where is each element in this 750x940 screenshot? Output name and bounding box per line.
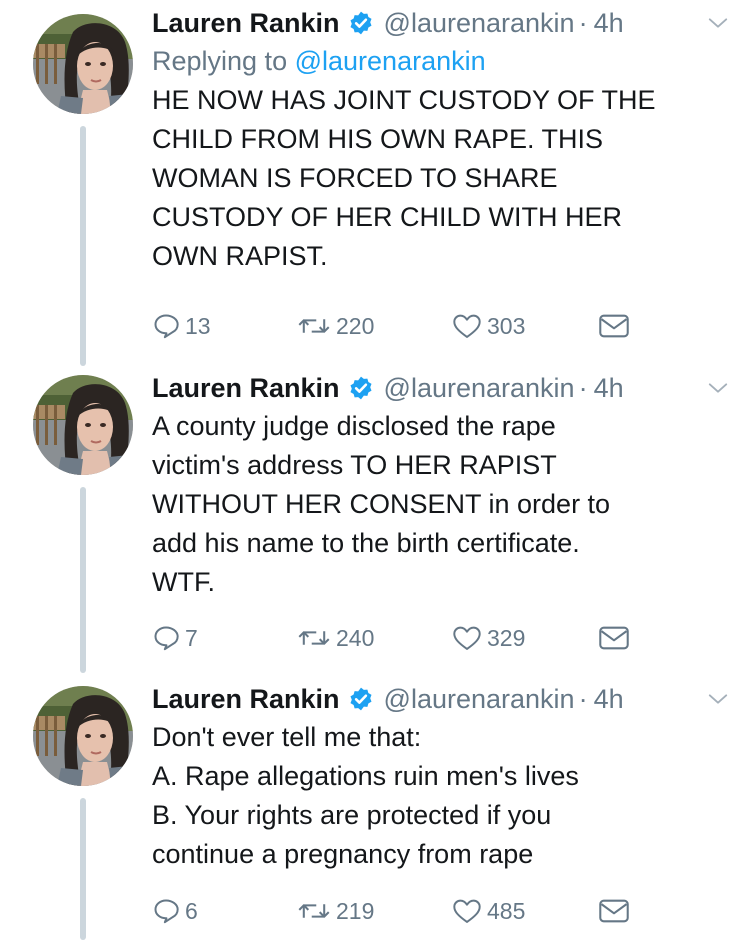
author-handle[interactable]: @laurenarankin (384, 371, 575, 405)
tweet-text-line: HE NOW HAS JOINT CUSTODY OF THE (152, 85, 656, 115)
direct-message-icon (599, 626, 629, 650)
tweet-content: Lauren Rankin @laurenarankin · 4h A coun… (152, 371, 728, 651)
author-handle[interactable]: @laurenarankin (384, 6, 575, 40)
tweet-actions: 7 240 329 (152, 621, 652, 655)
like-icon (453, 314, 481, 338)
tweet-text-line: WTF. (152, 567, 215, 597)
retweet-count: 220 (336, 312, 375, 339)
author-name[interactable]: Lauren Rankin (152, 6, 340, 40)
reply-icon (154, 626, 179, 651)
retweet-icon (298, 319, 330, 333)
retweet-icon (298, 631, 330, 645)
verified-badge-icon (350, 687, 372, 711)
tweet-text-line: A. Rape allegations ruin men's lives (152, 761, 579, 791)
direct-message-icon (599, 314, 629, 338)
tweet-content: Lauren Rankin @laurenarankin · 4h Replyi… (152, 6, 728, 339)
thread-connector-line (80, 126, 86, 366)
tweet-text-line: add his name to the birth certificate. (152, 528, 580, 558)
tweet-text: A county judge disclosed the rape victim… (152, 407, 722, 602)
tweet-header: Lauren Rankin @laurenarankin · 4h (152, 371, 728, 405)
tweet-text-line: WOMAN IS FORCED TO SHARE (152, 163, 558, 193)
separator-dot: · (578, 8, 588, 38)
verified-badge-icon (350, 11, 372, 35)
tweet-header: Lauren Rankin @laurenarankin · 4h (152, 6, 728, 40)
separator-dot: · (578, 684, 588, 714)
direct-message-button[interactable] (598, 894, 630, 928)
direct-message-icon (599, 899, 629, 923)
tweet-text-line: Don't ever tell me that: (152, 722, 422, 752)
tweet-text-line: WITHOUT HER CONSENT in order to (152, 489, 611, 519)
tweet-3[interactable]: Lauren Rankin @laurenarankin · 4h Don't … (0, 682, 750, 940)
like-count: 303 (487, 312, 526, 339)
tweet-text: HE NOW HAS JOINT CUSTODY OF THE CHILD FR… (152, 81, 722, 276)
like-button[interactable]: 485 (452, 894, 525, 928)
retweet-button[interactable]: 240 (297, 621, 374, 655)
author-name[interactable]: Lauren Rankin (152, 371, 340, 405)
tweet-actions: 13 220 303 (152, 309, 652, 343)
reply-button[interactable]: 7 (152, 621, 198, 655)
tweet-timestamp[interactable]: 4h (594, 682, 624, 716)
replying-label: Replying to (152, 46, 288, 76)
thread-connector-line (80, 487, 86, 673)
like-button[interactable]: 303 (452, 309, 525, 343)
tweet-header: Lauren Rankin @laurenarankin · 4h (152, 682, 728, 716)
avatar-column (33, 686, 133, 786)
tweet-text: Don't ever tell me that: A. Rape allegat… (152, 718, 722, 874)
tweet-text-line: victim's address TO HER RAPIST (152, 450, 557, 480)
tweet-actions: 6 219 485 (152, 894, 652, 928)
avatar[interactable] (33, 686, 133, 786)
chevron-down-icon[interactable] (707, 12, 729, 34)
retweet-count: 219 (336, 897, 375, 924)
tweet-timestamp[interactable]: 4h (594, 371, 624, 405)
retweet-button[interactable]: 220 (297, 309, 374, 343)
reply-button[interactable]: 6 (152, 894, 198, 928)
reply-count: 6 (185, 897, 198, 924)
tweet-text-line: B. Your rights are protected if you (152, 800, 552, 830)
reply-icon (154, 314, 179, 339)
direct-message-button[interactable] (598, 309, 630, 343)
like-count: 485 (487, 897, 526, 924)
avatar[interactable] (33, 14, 133, 114)
author-handle[interactable]: @laurenarankin (384, 682, 575, 716)
tweet-text-line: OWN RAPIST. (152, 241, 328, 271)
like-button[interactable]: 329 (452, 621, 525, 655)
avatar-column (33, 375, 133, 475)
tweet-timestamp[interactable]: 4h (594, 6, 624, 40)
tweet-1[interactable]: Lauren Rankin @laurenarankin · 4h Replyi… (0, 6, 750, 366)
replying-handle-link[interactable]: @laurenarankin (295, 46, 486, 76)
retweet-button[interactable]: 219 (297, 894, 374, 928)
like-icon (453, 626, 481, 650)
tweet-text-line: continue a pregnancy from rape (152, 839, 534, 869)
chevron-down-icon[interactable] (707, 688, 729, 710)
author-name[interactable]: Lauren Rankin (152, 682, 340, 716)
retweet-count: 240 (336, 624, 375, 651)
avatar[interactable] (33, 375, 133, 475)
tweet-thread: Lauren Rankin @laurenarankin · 4h Replyi… (0, 0, 750, 940)
tweet-text-line: CHILD FROM HIS OWN RAPE. THIS (152, 124, 604, 154)
chevron-down-icon[interactable] (707, 377, 729, 399)
reply-button[interactable]: 13 (152, 309, 211, 343)
like-icon (453, 899, 481, 923)
tweet-text-line: CUSTODY OF HER CHILD WITH HER (152, 202, 623, 232)
retweet-icon (298, 904, 330, 918)
like-count: 329 (487, 624, 526, 651)
reply-icon (154, 899, 179, 924)
direct-message-button[interactable] (598, 621, 630, 655)
verified-badge-icon (350, 376, 372, 400)
replying-to: Replying to @laurenarankin (152, 42, 722, 81)
thread-connector-line (80, 798, 86, 940)
avatar-column (33, 14, 133, 114)
tweet-text-line: A county judge disclosed the rape (152, 411, 556, 441)
reply-count: 13 (185, 312, 211, 339)
separator-dot: · (578, 373, 588, 403)
tweet-content: Lauren Rankin @laurenarankin · 4h Don't … (152, 682, 728, 924)
reply-count: 7 (185, 624, 198, 651)
tweet-2[interactable]: Lauren Rankin @laurenarankin · 4h A coun… (0, 371, 750, 673)
